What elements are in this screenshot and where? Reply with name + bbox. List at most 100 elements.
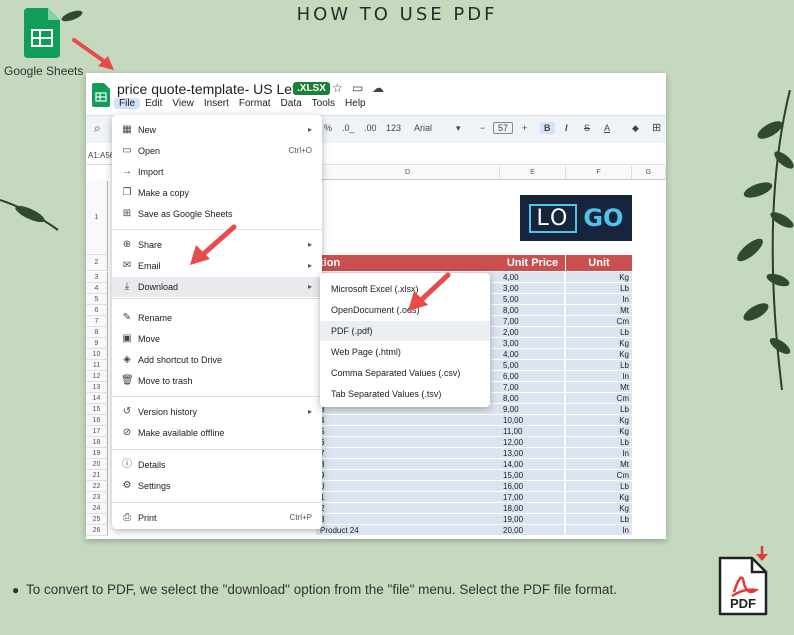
increase-font-button[interactable]: + <box>522 123 527 133</box>
unit-cell[interactable]: Lb <box>566 283 632 294</box>
unit-cell[interactable]: Cm <box>566 316 632 327</box>
unit-cell[interactable]: In <box>566 294 632 305</box>
column-header-g[interactable]: G <box>632 166 666 180</box>
unit-cell[interactable]: In <box>566 371 632 382</box>
unit-cell[interactable]: Lb <box>566 514 632 525</box>
bold-button[interactable]: B <box>540 122 555 134</box>
strikethrough-button[interactable]: S <box>584 123 590 133</box>
unit-cell[interactable]: Lb <box>566 360 632 371</box>
move-folder-icon[interactable]: ▭ <box>352 81 363 95</box>
row-header[interactable]: 10 <box>86 349 108 360</box>
file-menu-item-make-a-copy[interactable]: ❐ Make a copy <box>112 183 322 203</box>
row-header[interactable]: 4 <box>86 283 108 294</box>
row-header[interactable]: 16 <box>86 415 108 426</box>
unit-cell[interactable]: Lb <box>566 437 632 448</box>
unit-cell[interactable]: Kg <box>566 492 632 503</box>
unit-price-cell[interactable]: 8,00 <box>500 393 565 404</box>
row-header[interactable]: 23 <box>86 492 108 503</box>
unit-cell[interactable]: Cm <box>566 470 632 481</box>
download-option-pdf-pdf[interactable]: PDF (.pdf) <box>320 321 490 341</box>
row-header[interactable]: 18 <box>86 437 108 448</box>
menu-view[interactable]: View <box>167 98 199 109</box>
description-cell[interactable]: 7 <box>316 448 500 459</box>
decrease-font-button[interactable]: − <box>480 123 485 133</box>
unit-price-cell[interactable]: 6,00 <box>500 371 565 382</box>
description-cell[interactable]: 2 <box>316 503 500 514</box>
row-header[interactable]: 2 <box>86 255 108 271</box>
description-cell[interactable]: 4 <box>316 415 500 426</box>
text-color-button[interactable]: A <box>604 123 610 133</box>
row-header[interactable]: 3 <box>86 272 108 283</box>
file-menu-item-add-shortcut-to-drive[interactable]: ◈ Add shortcut to Drive <box>112 350 322 370</box>
unit-cell[interactable]: Lb <box>566 481 632 492</box>
unit-cell[interactable]: Kg <box>566 503 632 514</box>
unit-cell[interactable]: Lb <box>566 404 632 415</box>
font-size-input[interactable]: 57 <box>493 122 514 134</box>
file-menu-item-move-to-trash[interactable]: 🗑 Move to trash <box>112 371 322 391</box>
unit-price-cell[interactable]: 7,00 <box>500 316 565 327</box>
unit-cell[interactable]: Kg <box>566 338 632 349</box>
unit-price-cell[interactable]: 19,00 <box>500 514 565 525</box>
italic-button[interactable]: I <box>565 123 568 133</box>
file-menu-item-new[interactable]: ▦ New ▸ <box>112 120 322 140</box>
file-menu-item-version-history[interactable]: ↺ Version history ▸ <box>112 402 322 422</box>
unit-price-cell[interactable]: 11,00 <box>500 426 565 437</box>
star-icon[interactable]: ☆ <box>332 81 343 95</box>
unit-price-cell[interactable]: 18,00 <box>500 503 565 514</box>
row-header[interactable]: 26 <box>86 525 108 536</box>
row-header[interactable]: 1 <box>86 181 108 255</box>
font-dropdown-icon[interactable]: ▾ <box>456 123 461 134</box>
percent-format-button[interactable]: % <box>324 123 332 133</box>
row-header[interactable]: 24 <box>86 503 108 514</box>
column-header-f[interactable]: F <box>566 166 632 180</box>
description-cell[interactable]: 5 <box>316 426 500 437</box>
unit-cell[interactable]: Mt <box>566 305 632 316</box>
number-format-button[interactable]: 123 <box>386 123 401 133</box>
row-header[interactable]: 21 <box>86 470 108 481</box>
menu-format[interactable]: Format <box>234 98 276 109</box>
unit-price-cell[interactable]: 8,00 <box>500 305 565 316</box>
description-cell[interactable]: 6 <box>316 437 500 448</box>
unit-price-cell[interactable]: 12,00 <box>500 437 565 448</box>
menu-insert[interactable]: Insert <box>199 98 234 109</box>
unit-price-cell[interactable]: 3,00 <box>500 338 565 349</box>
file-menu-item-open[interactable]: ▭ Open Ctrl+O <box>112 141 322 161</box>
unit-price-cell[interactable]: 5,00 <box>500 294 565 305</box>
row-header[interactable]: 22 <box>86 481 108 492</box>
unit-price-cell[interactable]: 3,00 <box>500 283 565 294</box>
unit-cell[interactable]: Mt <box>566 459 632 470</box>
row-header[interactable]: 9 <box>86 338 108 349</box>
unit-price-cell[interactable]: 15,00 <box>500 470 565 481</box>
menu-edit[interactable]: Edit <box>140 98 167 109</box>
decrease-decimal-button[interactable]: .0_ <box>342 123 355 133</box>
name-box[interactable]: A1:A56 <box>88 151 114 160</box>
document-title[interactable]: price quote-template- US Letter <box>117 81 312 97</box>
row-header[interactable]: 12 <box>86 371 108 382</box>
row-header[interactable]: 11 <box>86 360 108 371</box>
unit-price-cell[interactable]: 13,00 <box>500 448 565 459</box>
menu-help[interactable]: Help <box>340 98 371 109</box>
download-option-comma-separated-values-csv[interactable]: Comma Separated Values (.csv) <box>320 363 490 383</box>
increase-decimal-button[interactable]: .00 <box>364 123 377 133</box>
sheets-doc-icon[interactable] <box>92 83 110 107</box>
row-header[interactable]: 17 <box>86 426 108 437</box>
column-header-e[interactable]: E <box>500 166 566 180</box>
unit-cell[interactable]: Kg <box>566 415 632 426</box>
unit-price-cell[interactable]: 4,00 <box>500 349 565 360</box>
file-menu-item-rename[interactable]: ✎ Rename <box>112 308 322 328</box>
description-cell[interactable]: 3 <box>316 514 500 525</box>
search-menus-icon[interactable]: ⌕ <box>94 121 101 136</box>
description-cell[interactable]: 1 <box>316 492 500 503</box>
unit-cell[interactable]: Lb <box>566 327 632 338</box>
file-menu-item-settings[interactable]: ⚙ Settings <box>112 476 322 496</box>
unit-price-cell[interactable]: 10,00 <box>500 415 565 426</box>
borders-icon[interactable]: ⊞ <box>652 121 661 134</box>
file-menu-item-import[interactable]: → Import <box>112 162 322 182</box>
row-header[interactable]: 14 <box>86 393 108 404</box>
menu-data[interactable]: Data <box>276 98 307 109</box>
unit-price-cell[interactable]: 14,00 <box>500 459 565 470</box>
file-menu-item-save-as-google-sheets[interactable]: ⊞ Save as Google Sheets <box>112 204 322 224</box>
unit-price-cell[interactable]: 20,00 <box>500 525 565 536</box>
file-menu-item-download[interactable]: ⤓ Download ▸ <box>112 277 322 297</box>
unit-price-cell[interactable]: 16,00 <box>500 481 565 492</box>
